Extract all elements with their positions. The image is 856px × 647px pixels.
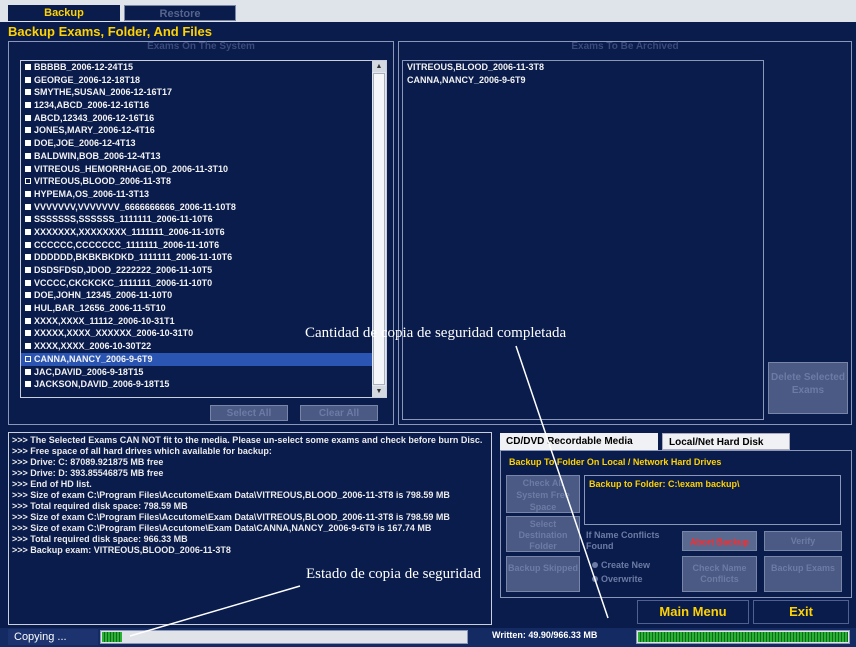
annotation-line-completed xyxy=(515,345,609,619)
annotation-state: Estado de copia de seguridad xyxy=(306,566,481,582)
annotation-line-state xyxy=(129,585,301,637)
annotation-lines xyxy=(129,345,609,637)
annotation-completed: Cantidad de copia de seguridad completad… xyxy=(305,325,567,341)
